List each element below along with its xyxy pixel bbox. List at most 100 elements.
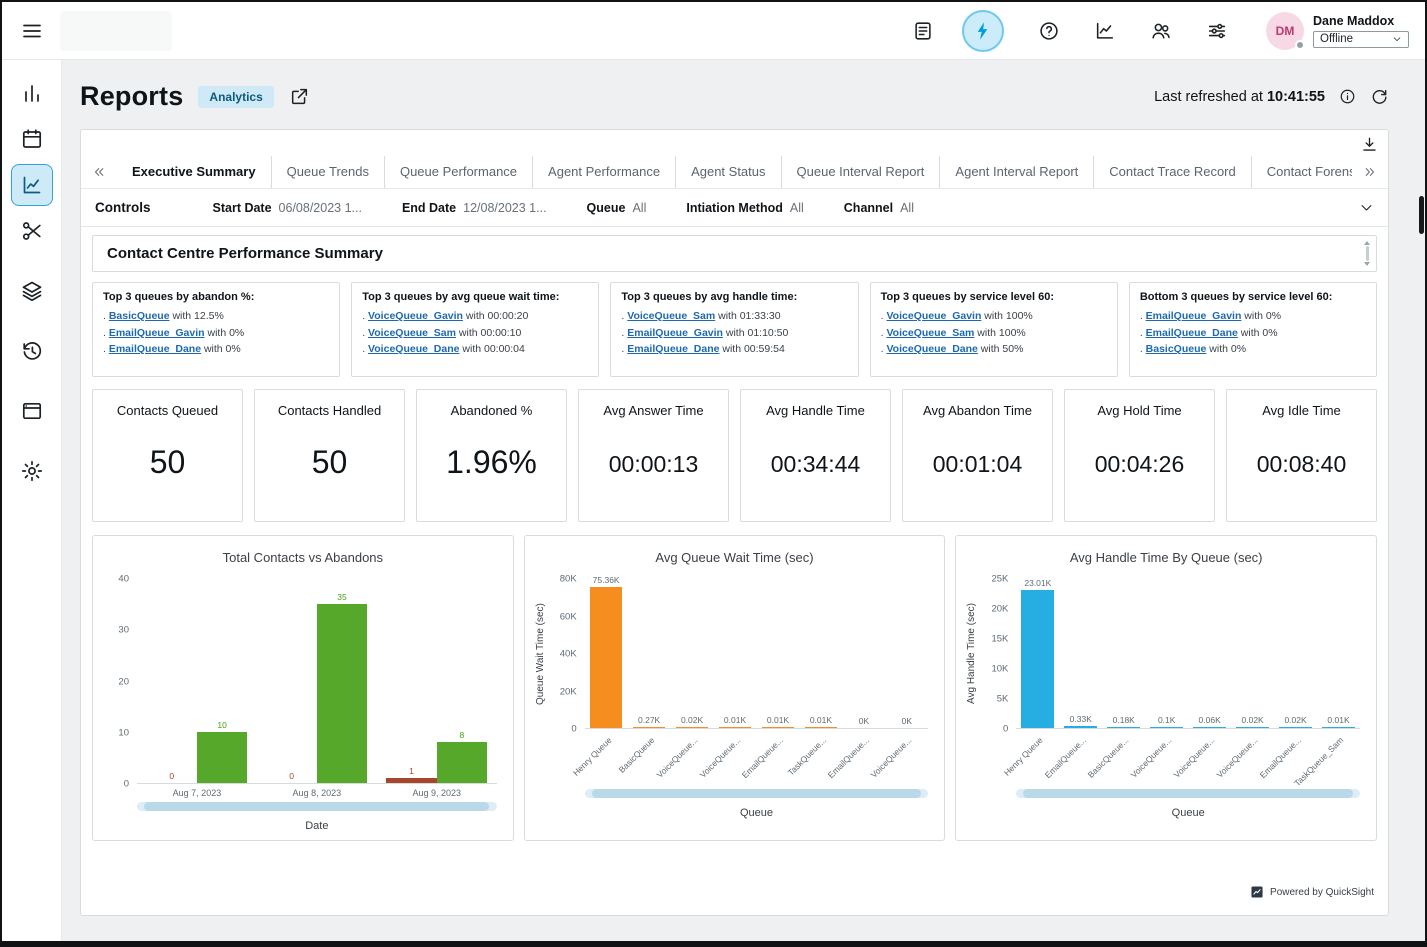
summary-scrollbar[interactable]: [1363, 241, 1371, 266]
tab-queue-trends[interactable]: Queue Trends: [271, 156, 384, 188]
chart-scrollbar-thumb[interactable]: [1023, 789, 1353, 798]
queue-link[interactable]: EmailQueue_Gavin: [627, 327, 723, 339]
filter-queue[interactable]: QueueAll: [587, 201, 647, 215]
sidebar-item-routing-scissors-icon[interactable]: [11, 210, 53, 252]
insight-card-top-3-queues-by-avg-handle-time: Top 3 queues by avg handle time:. VoiceQ…: [610, 282, 858, 377]
kpi-avg-abandon-time: Avg Abandon Time00:01:04: [902, 389, 1053, 522]
insight-value: with 12.5%: [170, 310, 224, 322]
bar-voicequeue-avg-handle-time[interactable]: [1193, 727, 1226, 728]
queue-link[interactable]: BasicQueue: [109, 310, 170, 322]
queue-link[interactable]: EmailQueue_Dane: [1146, 327, 1238, 339]
bar-value-label: 35: [337, 593, 346, 602]
queue-link[interactable]: VoiceQueue_Sam: [368, 327, 456, 339]
queue-link[interactable]: BasicQueue: [1146, 343, 1207, 355]
filter-start-date[interactable]: Start Date06/08/2023 1...: [213, 201, 362, 215]
queue-link[interactable]: EmailQueue_Dane: [627, 343, 719, 355]
kpi-value: 00:04:26: [1095, 451, 1185, 478]
sidebar-item-calendar-icon[interactable]: [11, 118, 53, 160]
queue-link[interactable]: EmailQueue_Dane: [109, 343, 201, 355]
tab-agent-performance[interactable]: Agent Performance: [532, 156, 675, 188]
sidebar-item-layers-icon[interactable]: [11, 270, 53, 312]
plot-area[interactable]: 75.36K0.27K0.02K0.01K0.01K0.01K0K0K: [585, 579, 929, 729]
menu-icon[interactable]: [20, 19, 44, 43]
window-scrollbar-thumb[interactable]: [1419, 196, 1424, 234]
tab-contact-forensics[interactable]: Contact Forensics: [1251, 156, 1352, 188]
bar-emailqueue-queue-wait-time[interactable]: [762, 727, 795, 728]
settings-sliders-icon[interactable]: [1206, 20, 1228, 42]
tab-contact-trace-record[interactable]: Contact Trace Record: [1093, 156, 1250, 188]
tabs-scroll-left-icon[interactable]: [81, 156, 117, 188]
tab-executive-summary[interactable]: Executive Summary: [117, 156, 271, 188]
avatar[interactable]: DM: [1266, 12, 1304, 50]
notes-icon[interactable]: [912, 20, 934, 42]
quick-setup-bolt-icon[interactable]: [962, 10, 1004, 52]
filter-intiation-method[interactable]: Intiation MethodAll: [686, 201, 803, 215]
bar-value-label: 0K: [902, 717, 912, 726]
bar-henry-queue-queue-wait-time[interactable]: [590, 587, 623, 728]
tab-agent-interval-report[interactable]: Agent Interval Report: [939, 156, 1093, 188]
tab-queue-performance[interactable]: Queue Performance: [384, 156, 532, 188]
plot-area[interactable]: 23.01K0.33K0.18K0.1K0.06K0.02K0.02K0.01K: [1016, 579, 1360, 729]
chart-scrollbar-thumb[interactable]: [144, 802, 489, 811]
queue-link[interactable]: VoiceQueue_Dane: [886, 343, 977, 355]
refresh-icon[interactable]: [1370, 87, 1389, 106]
scroll-down-icon[interactable]: [1364, 262, 1370, 266]
scroll-up-icon[interactable]: [1364, 241, 1370, 245]
users-icon[interactable]: [1150, 20, 1172, 42]
chart-scrollbar[interactable]: [1016, 789, 1360, 798]
chart-scrollbar[interactable]: [137, 802, 497, 811]
tabs-scroll-right-icon[interactable]: [1352, 156, 1388, 188]
bar-aug-9-2023-abandons[interactable]: [386, 778, 436, 783]
insight-cards: Top 3 queues by abandon %:. BasicQueue w…: [92, 282, 1377, 377]
sidebar-item-window-icon[interactable]: [11, 390, 53, 432]
filter-channel[interactable]: ChannelAll: [844, 201, 914, 215]
bar-henry-queue-avg-handle-time[interactable]: [1021, 590, 1054, 728]
sidebar-item-bar-chart-icon[interactable]: [11, 72, 53, 114]
controls-collapse-chevron-icon[interactable]: [1359, 200, 1374, 215]
x-tick-label: TaskQueue...: [786, 735, 828, 777]
open-external-icon[interactable]: [289, 86, 310, 107]
sidebar-item-analytics-line-chart-icon[interactable]: [11, 164, 53, 206]
tab-queue-interval-report[interactable]: Queue Interval Report: [781, 156, 940, 188]
bar-voicequeue-avg-handle-time[interactable]: [1150, 727, 1183, 728]
bar-aug-8-2023-contacts[interactable]: [317, 604, 367, 783]
queue-link[interactable]: VoiceQueue_Dane: [368, 343, 459, 355]
queue-link[interactable]: VoiceQueue_Gavin: [368, 310, 463, 322]
bar-taskqueue-sam-avg-handle-time[interactable]: [1322, 727, 1355, 728]
bar-aug-7-2023-contacts[interactable]: [197, 732, 247, 783]
tab-agent-status[interactable]: Agent Status: [675, 156, 780, 188]
charts-row: Total Contacts vs Abandons40302010000110…: [92, 535, 1377, 841]
queue-link[interactable]: EmailQueue_Gavin: [1146, 310, 1242, 322]
chart-scrollbar-thumb[interactable]: [592, 789, 922, 798]
help-icon[interactable]: [1038, 20, 1060, 42]
queue-link[interactable]: VoiceQueue_Sam: [886, 327, 974, 339]
scrollbar-thumb[interactable]: [1366, 246, 1369, 261]
insight-value: with 01:10:50: [723, 327, 788, 339]
bar-aug-9-2023-contacts[interactable]: [437, 742, 487, 783]
bar-voicequeue-avg-handle-time[interactable]: [1236, 727, 1269, 728]
bar-voicequeue-queue-wait-time[interactable]: [676, 727, 709, 728]
chart-scrollbar[interactable]: [585, 789, 929, 798]
bar-emailqueue-avg-handle-time[interactable]: [1279, 727, 1312, 728]
y-tick-label: 0: [124, 779, 129, 789]
sidebar-item-history-icon[interactable]: [11, 330, 53, 372]
bar-emailqueue-avg-handle-time[interactable]: [1064, 726, 1097, 728]
queue-link[interactable]: EmailQueue_Gavin: [109, 327, 205, 339]
y-tick-label: 40: [118, 574, 129, 584]
metrics-icon[interactable]: [1094, 20, 1116, 42]
filter-end-date[interactable]: End Date12/08/2023 1...: [402, 201, 547, 215]
bar-basicqueue-avg-handle-time[interactable]: [1107, 727, 1140, 728]
status-select[interactable]: Offline: [1313, 31, 1409, 48]
bar-value-label: 0.02K: [1242, 716, 1264, 725]
bar-basicqueue-queue-wait-time[interactable]: [633, 727, 666, 728]
queue-link[interactable]: VoiceQueue_Gavin: [886, 310, 981, 322]
info-icon[interactable]: [1339, 88, 1356, 105]
bar-voicequeue-queue-wait-time[interactable]: [719, 727, 752, 728]
bar-taskqueue-queue-wait-time[interactable]: [805, 727, 838, 728]
bar-value-label: 0.18K: [1113, 716, 1135, 725]
sidebar-item-gear-icon[interactable]: [11, 450, 53, 492]
queue-link[interactable]: VoiceQueue_Sam: [627, 310, 715, 322]
kpi-cards: Contacts Queued50Contacts Handled50Aband…: [92, 389, 1377, 522]
download-icon[interactable]: [1360, 135, 1379, 154]
plot-area[interactable]: 00110358: [137, 579, 497, 784]
